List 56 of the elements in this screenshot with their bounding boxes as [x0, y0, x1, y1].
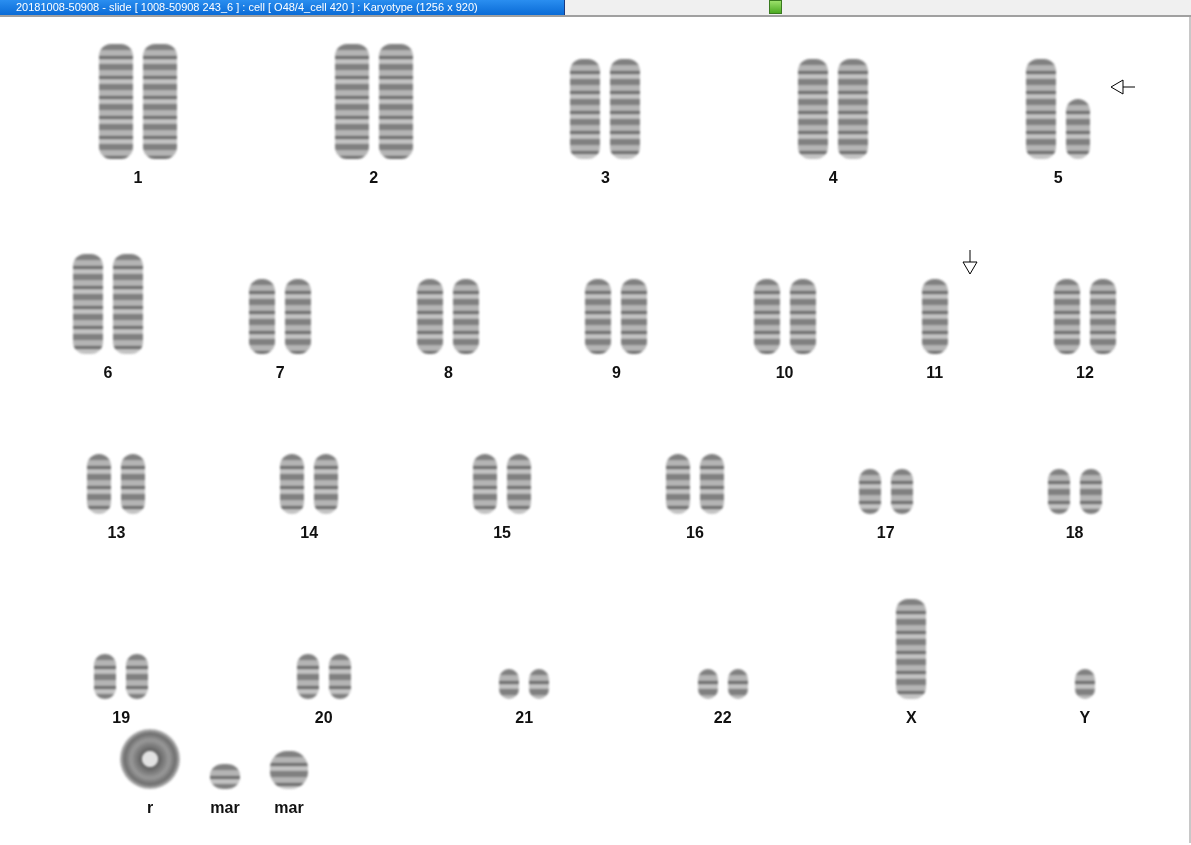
arrow-icon: [961, 249, 978, 275]
chromosome-label: 1: [133, 169, 143, 187]
status-indicator: [769, 0, 782, 14]
chromosome: [499, 669, 520, 699]
chromosome: [270, 751, 308, 789]
chromosome: [1074, 669, 1095, 699]
chromosome-label: 4: [828, 169, 838, 187]
chromosome: [699, 454, 724, 514]
chromosome-label: Y: [1079, 709, 1091, 727]
chromosome-label: 12: [1076, 364, 1094, 382]
chromosome: [328, 654, 351, 699]
chromosome-label: X: [905, 709, 917, 727]
chromosome: [87, 454, 112, 514]
arrow-icon: [1110, 79, 1137, 95]
chromosome-label: 6: [103, 364, 113, 382]
chromosome-label: 17: [876, 524, 895, 542]
chromosome-label: mar: [274, 799, 304, 817]
chromosome-label: 7: [275, 364, 285, 382]
chromosome-label: 5: [1053, 169, 1063, 187]
chromosome-label: 8: [443, 364, 453, 382]
chromosome: [529, 669, 550, 699]
chromosome: [1079, 469, 1102, 514]
chromosome: [121, 454, 146, 514]
chromosome-label: 14: [300, 524, 319, 542]
chromosome-label: 18: [1065, 524, 1084, 542]
chromosome: [665, 454, 690, 514]
chromosome-label: 19: [112, 709, 131, 727]
ring-chromosome: [120, 729, 180, 789]
chromosome: [280, 454, 305, 514]
chromosome-label: 13: [107, 524, 126, 542]
chromosome-label: 15: [493, 524, 511, 542]
chromosome-label: 11: [926, 364, 944, 382]
chromosome-label: 21: [515, 709, 534, 727]
chromosome: [727, 669, 748, 699]
window-title[interactable]: 20181008-50908 - slide [ 1008-50908 243_6 ] : cell [ O48/4_cell 420 ] : Karyotype (1256 x 920): [0, 0, 565, 15]
chromosome-label: 22: [713, 709, 732, 727]
chromosome: [94, 654, 117, 699]
chromosome-label: 9: [612, 364, 621, 382]
chromosome-label: 20: [314, 709, 333, 727]
chromosome: [1066, 99, 1091, 159]
chromosome: [314, 454, 339, 514]
chromosome-label: mar: [210, 799, 240, 817]
chromosome: [858, 469, 881, 514]
chromosome: [890, 469, 913, 514]
chromosome-label: 3: [601, 169, 610, 187]
chromosome: [697, 669, 718, 699]
chromosome: [1047, 469, 1070, 514]
chromosome-label: 2: [369, 169, 379, 187]
chromosome-label: r: [146, 799, 154, 817]
chromosome-label: 10: [775, 364, 794, 382]
chromosome: [210, 764, 240, 789]
chromosome: [296, 654, 319, 699]
chromosome: [473, 454, 498, 514]
chromosome: [507, 454, 532, 514]
chromosome: [126, 654, 149, 699]
chromosome-label: 16: [686, 524, 704, 542]
